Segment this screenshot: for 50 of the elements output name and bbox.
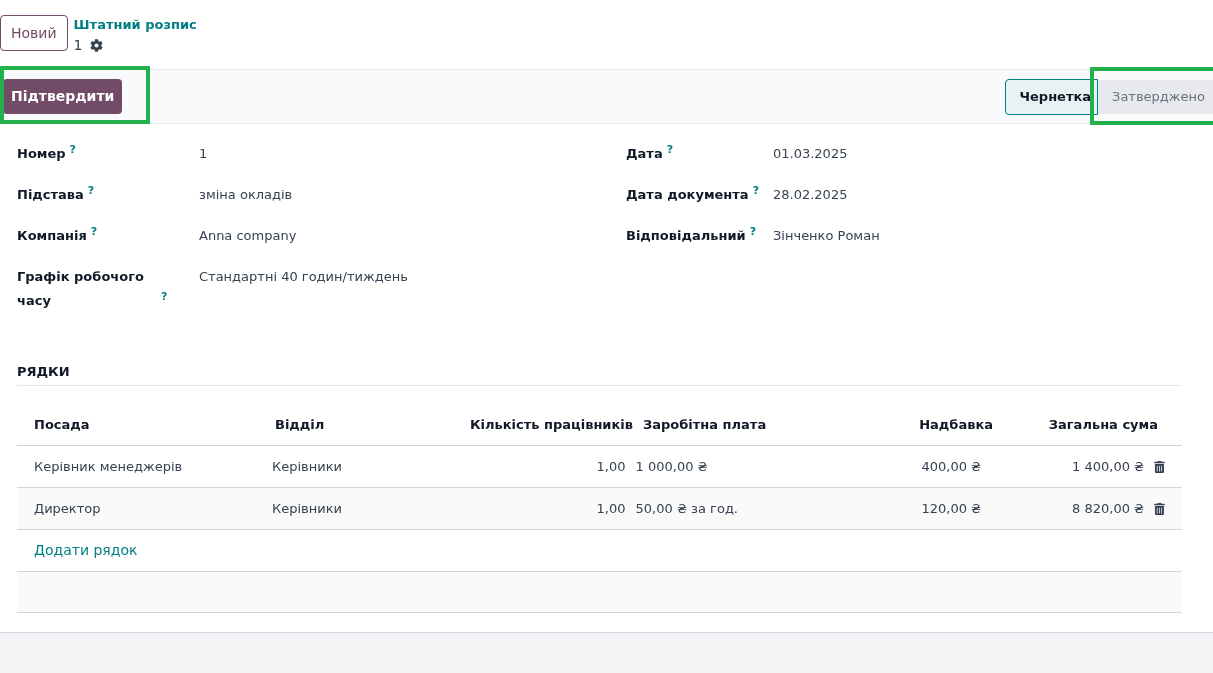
table-cell-text: Керівники (272, 457, 343, 476)
section-title: РЯДКИ (17, 364, 70, 379)
field-label: Підстава (17, 186, 84, 204)
column-header[interactable]: Кількість працівників (455, 415, 643, 435)
field-label: Графік робочого часу (17, 268, 145, 310)
confirm-button[interactable]: Підтвердити (3, 79, 123, 114)
table-cell-text: 50,00 ₴ за год. (635, 499, 739, 518)
table-cell-text: 400,00 ₴ (920, 457, 982, 476)
status-step[interactable]: Затверджено (1098, 79, 1213, 114)
field-label: Відповідальний (626, 228, 746, 243)
help-icon[interactable]: ? (69, 142, 76, 156)
field-label: Компанія (17, 227, 87, 245)
settings-icon[interactable] (90, 38, 104, 52)
table-cell-text: 1,00 (595, 457, 627, 476)
table-cell-text: Керівник менеджерів (34, 457, 184, 476)
field-value[interactable]: Anna company (199, 224, 297, 248)
new-button[interactable]: Новий (0, 15, 68, 51)
field-label: Дата документа (626, 187, 749, 202)
breadcrumb-link[interactable]: Штатний розпис (73, 15, 197, 35)
field-label: Дата (626, 146, 663, 161)
column-header[interactable]: Посада (34, 415, 275, 435)
table-cell-text: Директор (34, 499, 102, 518)
help-icon[interactable]: ? (749, 224, 757, 238)
field-value[interactable]: 1 (199, 142, 208, 166)
table-cell-text: Керівники (272, 499, 343, 518)
add-line-link[interactable]: Додати рядок (34, 540, 138, 561)
field-value[interactable]: 01.03.2025 (773, 142, 848, 166)
field-value[interactable]: Стандартні 40 годин/тиждень (199, 265, 408, 289)
field-value[interactable]: зміна окладів (199, 183, 293, 207)
table-cell-text: 1 000,00 ₴ (635, 457, 709, 476)
record-name: 1 (73, 35, 83, 55)
table-cell-text: 1,00 (595, 499, 627, 518)
help-icon[interactable]: ? (90, 224, 98, 238)
field-value[interactable]: Зінченко Роман (773, 224, 880, 248)
column-header[interactable]: Відділ (275, 415, 455, 435)
help-icon[interactable]: ? (752, 183, 760, 197)
column-header[interactable]: Надбавка (873, 415, 993, 435)
help-icon[interactable]: ? (87, 183, 95, 197)
status-step[interactable]: Чернетка (1004, 78, 1099, 115)
column-header[interactable]: Заробітна плата (643, 415, 873, 435)
table-cell-text: 1 400,00 ₴ (1071, 457, 1145, 476)
help-icon[interactable]: ? (161, 289, 168, 303)
delete-icon[interactable] (1154, 502, 1165, 515)
field-label: Номер (17, 145, 66, 163)
delete-icon[interactable] (1154, 460, 1165, 473)
field-value[interactable]: 28.02.2025 (773, 183, 848, 207)
help-icon[interactable]: ? (666, 142, 674, 156)
table-cell-text: 8 820,00 ₴ (1071, 499, 1145, 518)
column-header[interactable]: Загальна сума (993, 415, 1158, 435)
table-cell-text: 120,00 ₴ (920, 499, 982, 518)
